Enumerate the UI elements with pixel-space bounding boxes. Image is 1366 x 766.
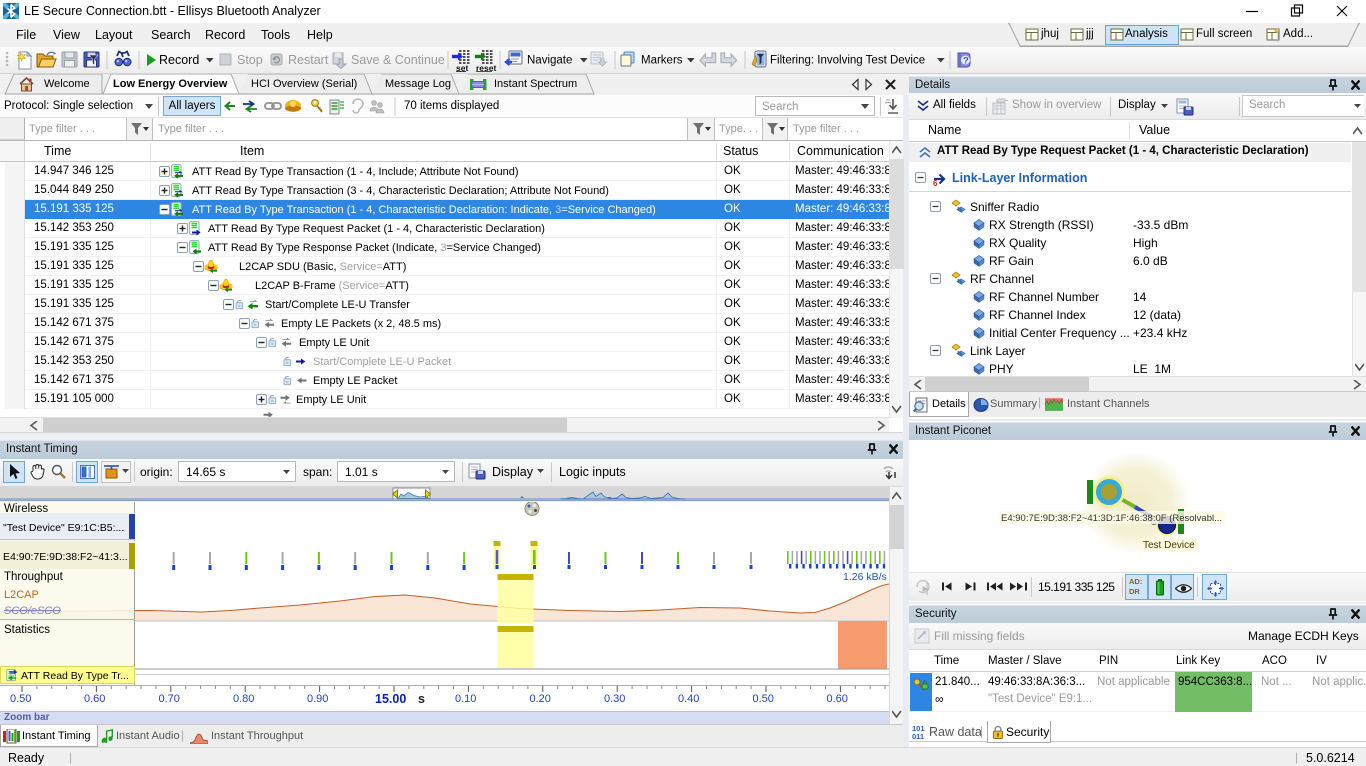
svg-text:E4:90:7E:9D:38:F2~41:3D:1F:46:: E4:90:7E:9D:38:F2~41:3D:1F:46:38:0F (Res… [1001, 513, 1222, 524]
svg-text:Test Device: Test Device [1143, 540, 1195, 551]
svg-text:?: ? [963, 56, 969, 67]
svg-text:1.26 kB/s: 1.26 kB/s [843, 571, 887, 583]
svg-text:Restart: Restart [288, 53, 329, 67]
svg-text:Markers: Markers [641, 55, 683, 67]
svg-text:Save & Continue: Save & Continue [351, 53, 445, 67]
svg-text:Record: Record [159, 53, 199, 67]
svg-text:6: 6 [933, 179, 938, 186]
svg-text:Filtering: Involving Test Devi: Filtering: Involving Test Device [770, 55, 925, 67]
svg-text:Stop: Stop [237, 53, 263, 67]
svg-text:Navigate: Navigate [527, 55, 572, 67]
svg-text:011: 011 [912, 732, 924, 740]
